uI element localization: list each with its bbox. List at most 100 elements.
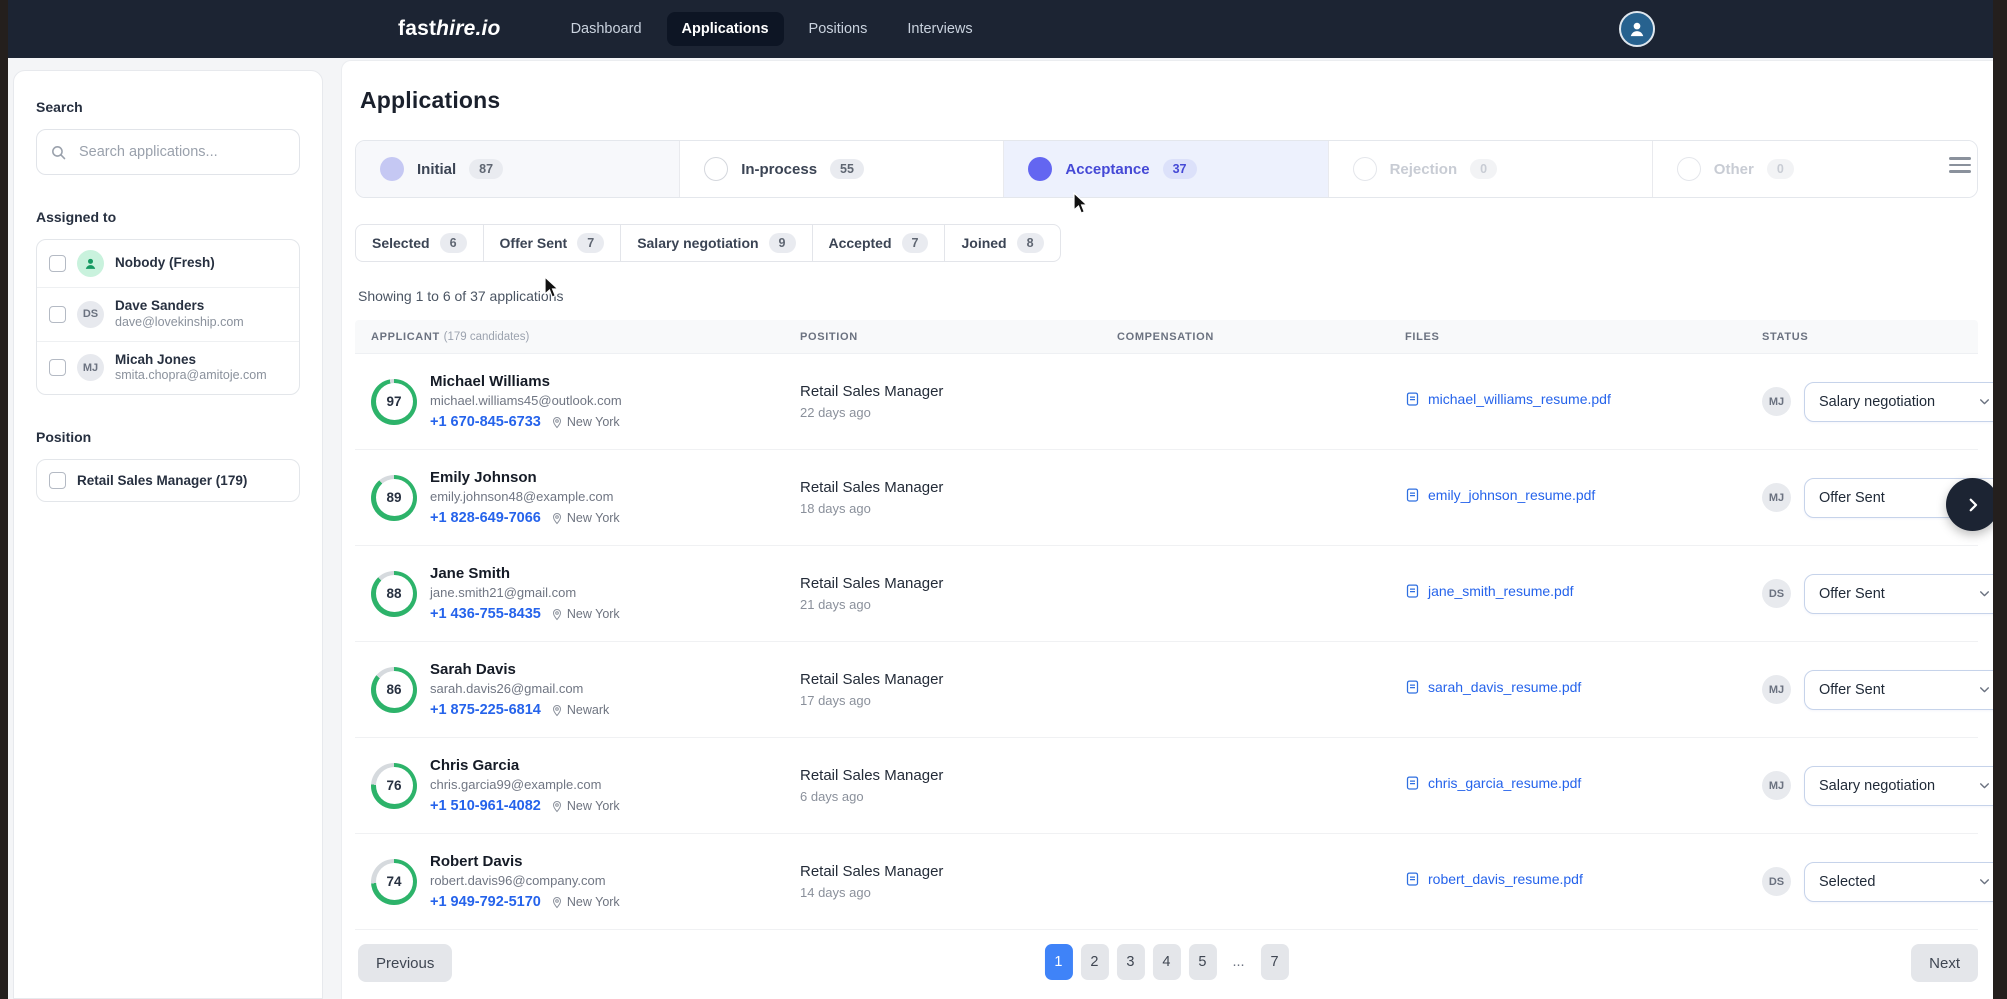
phone-link[interactable]: +1 949-792-5170 <box>430 894 541 910</box>
status-select[interactable]: Salary negotiation <box>1804 766 1993 806</box>
avatar <box>77 250 104 277</box>
next-page-button[interactable]: Next <box>1911 944 1978 982</box>
nav-item-applications[interactable]: Applications <box>667 12 784 46</box>
page-button-4[interactable]: 4 <box>1152 944 1180 980</box>
applicant-email: emily.johnson48@example.com <box>430 489 620 504</box>
nav-item-dashboard[interactable]: Dashboard <box>556 12 657 46</box>
application-row: 76 Chris Garcia chris.garcia99@example.c… <box>355 738 1978 834</box>
match-score-ring: 86 <box>371 667 417 713</box>
resume-link[interactable]: emily_johnson_resume.pdf <box>1405 487 1595 503</box>
match-score-ring: 76 <box>371 763 417 809</box>
assignee-avatar: DS <box>1762 579 1791 608</box>
applicant-location: Newark <box>551 703 609 717</box>
stage-tabs: Initial 87 In-process 55 Acceptance 37 R… <box>355 140 1978 198</box>
resume-link[interactable]: chris_garcia_resume.pdf <box>1405 775 1581 791</box>
resume-link[interactable]: sarah_davis_resume.pdf <box>1405 679 1581 695</box>
position-title: Retail Sales Manager <box>800 767 1101 784</box>
stage-label: Acceptance <box>1065 161 1149 178</box>
scroll-next-button[interactable] <box>1946 478 1993 531</box>
resume-link[interactable]: robert_davis_resume.pdf <box>1405 871 1583 887</box>
col-applicant-sub: (179 candidates) <box>444 331 530 343</box>
page-button-5[interactable]: 5 <box>1188 944 1216 980</box>
substage-tab-salary-negotiation[interactable]: Salary negotiation 9 <box>620 224 812 262</box>
applicant-location: New York <box>551 607 620 621</box>
stage-tab-other[interactable]: Other 0 <box>1653 141 1977 197</box>
assignee-avatar: MJ <box>1762 771 1791 800</box>
chevron-down-icon <box>1978 395 1991 408</box>
assignee-checkbox[interactable] <box>49 359 66 376</box>
applicant-email: sarah.davis26@gmail.com <box>430 681 609 696</box>
phone-link[interactable]: +1 670-845-6733 <box>430 414 541 430</box>
substage-tab-accepted[interactable]: Accepted 7 <box>812 224 946 262</box>
status-select[interactable]: Offer Sent <box>1804 574 1993 614</box>
match-score: 89 <box>376 479 413 516</box>
assignee-avatar: DS <box>1762 867 1791 896</box>
location-pin-icon <box>551 416 563 429</box>
assignee-checkbox[interactable] <box>49 306 66 323</box>
page-button-1[interactable]: 1 <box>1044 944 1072 980</box>
col-position: POSITION <box>784 331 1101 343</box>
search-label: Search <box>36 99 300 115</box>
nav-item-interviews[interactable]: Interviews <box>892 12 987 46</box>
status-select[interactable]: Offer Sent <box>1804 670 1993 710</box>
substage-label: Salary negotiation <box>637 235 758 251</box>
status-select[interactable]: Selected <box>1804 862 1993 902</box>
stage-count-badge: 87 <box>469 159 503 179</box>
applicant-email: chris.garcia99@example.com <box>430 777 620 792</box>
hamburger-icon <box>1949 157 1971 160</box>
resume-link[interactable]: michael_williams_resume.pdf <box>1405 391 1611 407</box>
application-row: 97 Michael Williams michael.williams45@o… <box>355 354 1978 450</box>
stage-count-badge: 55 <box>830 159 864 179</box>
phone-link[interactable]: +1 875-225-6814 <box>430 702 541 718</box>
page-ellipsis: ... <box>1224 944 1252 980</box>
status-select[interactable]: Salary negotiation <box>1804 382 1993 422</box>
overflow-menu-button[interactable] <box>1949 157 1971 173</box>
chevron-down-icon <box>1978 683 1991 696</box>
col-status: STATUS <box>1746 331 1978 343</box>
position-title: Retail Sales Manager <box>800 863 1101 880</box>
col-files: FILES <box>1389 331 1746 343</box>
applications-table: 97 Michael Williams michael.williams45@o… <box>355 354 1978 930</box>
position-filter-list: Retail Sales Manager (179) <box>36 459 300 502</box>
assignee-filter-item: DS Dave Sanders dave@lovekinship.com <box>37 288 299 342</box>
page-button-3[interactable]: 3 <box>1116 944 1144 980</box>
results-summary: Showing 1 to 6 of 37 applications <box>355 288 1978 304</box>
stage-tab-in-process[interactable]: In-process 55 <box>680 141 1004 197</box>
assignee-checkbox[interactable] <box>49 255 66 272</box>
substage-tabs: Selected 6 Offer Sent 7 Salary negotiati… <box>355 224 1978 262</box>
col-applicant: APPLICANT (179 candidates) <box>355 331 784 343</box>
substage-tab-selected[interactable]: Selected 6 <box>355 224 484 262</box>
assignee-filter-item: Nobody (Fresh) <box>37 240 299 288</box>
match-score-ring: 88 <box>371 571 417 617</box>
stage-tab-initial[interactable]: Initial 87 <box>356 141 680 197</box>
stage-tab-acceptance[interactable]: Acceptance 37 <box>1004 141 1328 197</box>
chevron-down-icon <box>1978 875 1991 888</box>
table-header: APPLICANT (179 candidates) POSITION COMP… <box>355 320 1978 354</box>
applicant-name: Chris Garcia <box>430 757 620 774</box>
primary-nav: Dashboard Applications Positions Interviews <box>556 12 988 46</box>
substage-tab-joined[interactable]: Joined 8 <box>944 224 1060 262</box>
position-name: Retail Sales Manager (179) <box>77 473 247 488</box>
top-nav: fasthire.io DashboardApplicationsPositio… <box>8 0 1993 58</box>
stage-label: Other <box>1714 161 1754 178</box>
substage-tab-offer-sent[interactable]: Offer Sent 7 <box>483 224 622 262</box>
phone-link[interactable]: +1 828-649-7066 <box>430 510 541 526</box>
stage-status-dot <box>380 157 404 181</box>
document-icon <box>1405 583 1420 599</box>
page-button-2[interactable]: 2 <box>1080 944 1108 980</box>
application-row: 89 Emily Johnson emily.johnson48@example… <box>355 450 1978 546</box>
stage-tab-rejection[interactable]: Rejection 0 <box>1329 141 1653 197</box>
phone-link[interactable]: +1 436-755-8435 <box>430 606 541 622</box>
search-input[interactable] <box>36 129 300 175</box>
assignee-email: dave@lovekinship.com <box>115 315 244 331</box>
document-icon <box>1405 487 1420 503</box>
substage-label: Joined <box>961 235 1006 251</box>
applicant-name: Emily Johnson <box>430 469 620 486</box>
previous-page-button[interactable]: Previous <box>358 944 452 982</box>
resume-link[interactable]: jane_smith_resume.pdf <box>1405 583 1574 599</box>
nav-item-positions[interactable]: Positions <box>794 12 883 46</box>
page-button-7[interactable]: 7 <box>1261 944 1289 980</box>
phone-link[interactable]: +1 510-961-4082 <box>430 798 541 814</box>
user-avatar[interactable] <box>1619 11 1655 47</box>
position-checkbox[interactable] <box>49 472 66 489</box>
